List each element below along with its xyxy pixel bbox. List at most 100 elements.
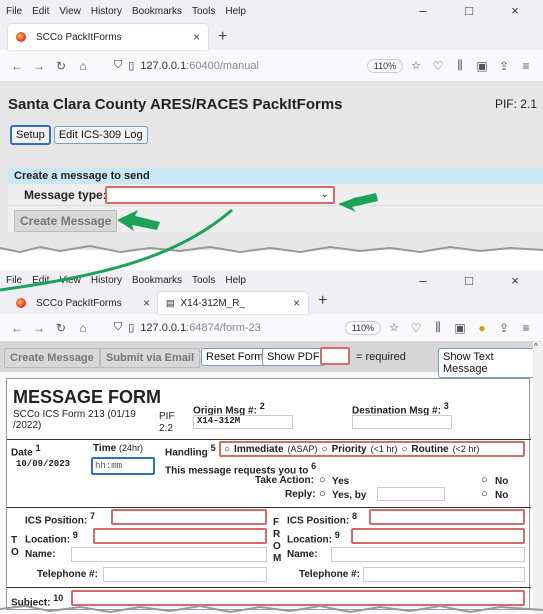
- reply-no-label: No: [495, 490, 509, 501]
- url-host: 127.0.0.1: [140, 321, 187, 334]
- reply-yes-label: Yes, by: [332, 490, 367, 501]
- from-ics-position-input[interactable]: [369, 509, 525, 525]
- priority-label: Priority: [331, 443, 367, 455]
- routine-radio[interactable]: ○: [401, 444, 407, 455]
- reply-yes-radio[interactable]: ○: [319, 488, 326, 500]
- to-ics-position-input[interactable]: [111, 509, 267, 525]
- time-placeholder: hh:mm: [95, 461, 123, 471]
- green-arrow-to-button: [117, 210, 160, 231]
- origin-msg-input[interactable]: X14-312M: [193, 415, 293, 429]
- to-telephone-label: Telephone #:: [37, 569, 98, 580]
- annotation-overlay: [117, 193, 378, 231]
- nav-bar-2: ← → ↻ ⌂ ⛉ ▯ 127.0.0.1 :64874/form-23 110…: [0, 314, 543, 342]
- handling-sup: 5: [210, 443, 216, 453]
- form-tab-icon: ▤: [166, 297, 175, 308]
- library-icon[interactable]: ⫼: [427, 320, 449, 335]
- zoom-badge[interactable]: 110%: [344, 320, 382, 335]
- close-window-button-2[interactable]: ×: [497, 270, 533, 292]
- pif-label: PIF: [159, 411, 175, 422]
- form-subtitle: SCCo ICS Form 213 (01/19 /2022): [13, 409, 136, 431]
- create-message-button-2[interactable]: Create Message: [4, 348, 100, 368]
- to-name-input[interactable]: [71, 547, 267, 562]
- top-browser-window: File Edit View History Bookmarks Tools H…: [0, 0, 543, 250]
- to-name-label: Name:: [25, 549, 56, 560]
- torn-edge-bottom: [0, 604, 543, 614]
- submit-email-button[interactable]: Submit via Email: [100, 348, 201, 368]
- menu-help-2[interactable]: Help: [225, 275, 246, 286]
- shield-icon: ⛉: [114, 321, 123, 333]
- close-tab-icon[interactable]: ×: [293, 296, 300, 310]
- menu-icon[interactable]: ≡: [515, 321, 537, 335]
- menu-file-2[interactable]: File: [6, 275, 22, 286]
- time-hint: (24hr): [118, 443, 143, 453]
- tab-packitforms-2[interactable]: SCCo PackItForms ×: [8, 292, 158, 314]
- from-name-label: Name:: [287, 549, 318, 560]
- immediate-radio[interactable]: ○: [224, 444, 230, 455]
- reply-no-radio[interactable]: ○: [481, 488, 488, 500]
- form-toolbar: Create Message Submit via Email Reset Fo…: [0, 342, 543, 378]
- url-path: :64874/form-23: [186, 321, 261, 334]
- dest-sup: 3: [443, 401, 449, 411]
- forward-icon[interactable]: →: [28, 321, 50, 335]
- show-pdf-button[interactable]: Show PDF: [262, 348, 325, 366]
- requests-sup: 6: [311, 461, 317, 471]
- reply-label: Reply:: [285, 489, 316, 500]
- menu-view-2[interactable]: View: [59, 275, 81, 286]
- from-name-input[interactable]: [331, 547, 525, 562]
- maximize-button-2[interactable]: □: [451, 270, 487, 292]
- from-pos-sup: 8: [352, 511, 358, 521]
- date-input[interactable]: 10/09/2023: [13, 459, 79, 473]
- required-swatch: [320, 347, 350, 365]
- routine-label: Routine: [411, 443, 449, 455]
- immediate-hint: (ASAP): [287, 444, 318, 454]
- to-pos-sup: 7: [90, 511, 96, 521]
- close-tab-icon[interactable]: ×: [143, 296, 150, 310]
- reply-by-input[interactable]: [377, 487, 445, 501]
- tab-title: SCCo PackItForms: [36, 297, 122, 309]
- addon-icon[interactable]: ●: [471, 321, 493, 335]
- new-tab-button-2[interactable]: +: [318, 292, 327, 310]
- menu-history-2[interactable]: History: [91, 275, 122, 286]
- pocket-icon[interactable]: ♡: [405, 321, 427, 335]
- menu-edit-2[interactable]: Edit: [32, 275, 49, 286]
- tab-form[interactable]: ▤ X14-312M_R_ ×: [158, 292, 308, 314]
- tab-title: X14-312M_R_: [180, 297, 245, 309]
- show-text-button[interactable]: Show Text Message: [438, 348, 543, 378]
- time-label: Time: [93, 443, 117, 454]
- take-action-yes-radio[interactable]: ○: [319, 474, 326, 486]
- reset-form-button[interactable]: Reset Form: [201, 348, 269, 366]
- handling-label: Handling: [165, 447, 208, 459]
- menu-tools-2[interactable]: Tools: [192, 275, 215, 286]
- to-label: T O: [11, 535, 19, 558]
- take-action-no-radio[interactable]: ○: [481, 474, 488, 486]
- priority-radio[interactable]: ○: [322, 444, 328, 455]
- share-icon[interactable]: ⇪: [493, 321, 515, 335]
- minimize-button-2[interactable]: –: [405, 270, 441, 292]
- home-icon[interactable]: ⌂: [72, 321, 94, 335]
- menu-bar-2: File Edit View History Bookmarks Tools H…: [0, 270, 543, 290]
- to-loc-sup: 9: [72, 530, 78, 540]
- pif-value: 2.2: [159, 423, 173, 434]
- menu-bookmarks-2[interactable]: Bookmarks: [132, 275, 182, 286]
- page-icon: ▯: [128, 322, 135, 334]
- from-location-input[interactable]: [351, 528, 525, 544]
- destination-msg-input[interactable]: [352, 415, 452, 429]
- take-action-yes-label: Yes: [332, 476, 350, 487]
- to-ics-position-label: ICS Position:: [25, 515, 88, 527]
- url-bar-2[interactable]: ⛉ ▯ 127.0.0.1 :64874/form-23 110% ☆: [100, 316, 399, 340]
- extension-icon[interactable]: ▣: [449, 321, 471, 335]
- back-icon[interactable]: ←: [6, 321, 28, 335]
- from-telephone-label: Telephone #:: [299, 569, 360, 580]
- subject-sup: 10: [53, 593, 64, 603]
- time-input[interactable]: hh:mm: [91, 457, 155, 475]
- required-legend: = required: [356, 351, 406, 363]
- from-telephone-input[interactable]: [363, 567, 525, 582]
- reload-icon[interactable]: ↻: [50, 321, 72, 335]
- vertical-scrollbar[interactable]: ^: [533, 342, 543, 614]
- to-location-input[interactable]: [93, 528, 267, 544]
- star-icon[interactable]: ☆: [389, 321, 399, 334]
- immediate-label: Immediate: [234, 443, 284, 455]
- to-telephone-input[interactable]: [103, 567, 267, 582]
- scroll-up-icon[interactable]: ^: [534, 342, 538, 351]
- bottom-browser-window: File Edit View History Bookmarks Tools H…: [0, 270, 543, 614]
